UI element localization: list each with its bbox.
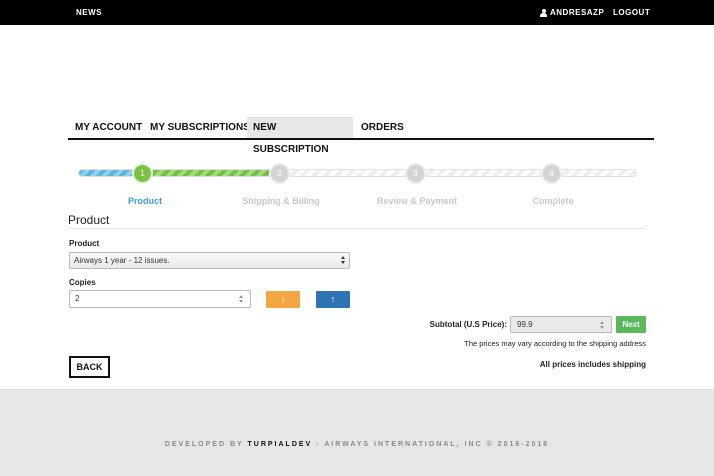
logout-link[interactable]: LOGOUT bbox=[613, 8, 650, 17]
tab-orders[interactable]: ORDERS bbox=[355, 117, 410, 138]
step-3-label: Review & Payment bbox=[376, 196, 458, 206]
increase-copies-button[interactable]: ↑ bbox=[316, 291, 350, 308]
stepper-arrows-icon[interactable] bbox=[238, 295, 244, 304]
product-select-value: Airways 1 year - 12 issues. bbox=[74, 256, 170, 265]
arrow-up-icon: ↑ bbox=[330, 294, 336, 304]
tab-my-subscriptions[interactable]: MY SUBSCRIPTIONS bbox=[144, 117, 256, 138]
footer-prefix: DEVELOPED BY bbox=[164, 441, 248, 448]
subtotal-value: 99.9 bbox=[517, 320, 533, 329]
decrease-copies-button[interactable]: ↓ bbox=[266, 291, 300, 308]
footer: DEVELOPED BY TURPIALDEV - AIRWAYS INTERN… bbox=[0, 389, 714, 476]
section-divider bbox=[68, 228, 646, 229]
footer-suffix: - AIRWAYS INTERNATIONAL, INC © 2016-2018 bbox=[312, 441, 550, 448]
username-label: ANDRESAZP bbox=[550, 8, 605, 17]
back-button[interactable]: BACK bbox=[69, 356, 110, 378]
step-4-label: Complete bbox=[532, 196, 574, 206]
subtotal-field: 99.9 bbox=[510, 316, 612, 333]
step-1-label: Product bbox=[127, 196, 162, 206]
footer-credits: DEVELOPED BY TURPIALDEV - AIRWAYS INTERN… bbox=[0, 441, 714, 448]
account-tabs: MY ACCOUNT MY SUBSCRIPTIONS NEW SUBSCRIP… bbox=[68, 117, 654, 155]
select-arrows-icon bbox=[340, 256, 346, 266]
tab-my-account[interactable]: MY ACCOUNT bbox=[69, 117, 148, 138]
product-select[interactable]: Airways 1 year - 12 issues. bbox=[69, 252, 350, 269]
next-button[interactable]: Next bbox=[616, 316, 646, 333]
arrow-down-icon: ↓ bbox=[280, 294, 286, 304]
step-2-label: Shipping & Billing bbox=[242, 196, 320, 206]
top-navbar: NEWS ANDRESAZP LOGOUT bbox=[0, 0, 714, 25]
news-link[interactable]: NEWS bbox=[76, 8, 102, 17]
progress-fill-active bbox=[143, 170, 269, 176]
tab-new-subscription[interactable]: NEW SUBSCRIPTION bbox=[247, 117, 353, 155]
copies-input[interactable]: 2 bbox=[69, 290, 251, 308]
subtotal-label: Subtotal (U.S Price): bbox=[429, 320, 507, 329]
subtotal-stepper-icon bbox=[599, 321, 605, 330]
user-menu[interactable]: ANDRESAZP bbox=[540, 8, 604, 17]
step-2-circle: 2 bbox=[269, 163, 290, 184]
copies-label: Copies bbox=[69, 278, 96, 287]
step-4-circle: 4 bbox=[541, 163, 562, 184]
section-title: Product bbox=[68, 213, 110, 227]
step-3-circle: 3 bbox=[405, 163, 426, 184]
footer-brand-link[interactable]: TURPIALDEV bbox=[248, 441, 313, 448]
user-icon bbox=[540, 8, 547, 17]
product-label: Product bbox=[69, 239, 100, 248]
prices-note: The prices may vary according to the shi… bbox=[464, 339, 646, 348]
shipping-note: All prices includes shipping bbox=[539, 360, 646, 369]
copies-value: 2 bbox=[75, 294, 80, 303]
step-1-circle: 1 bbox=[132, 163, 153, 184]
